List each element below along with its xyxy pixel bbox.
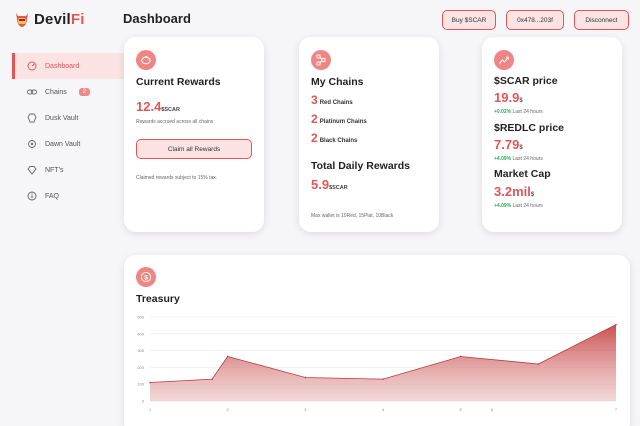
sidebar-nav: Dashboard Chains 2 Dusk Vault Dawn Vault xyxy=(12,53,139,209)
scar-price-change: +0.02% Last 24 hours xyxy=(494,109,543,115)
redlc-price-value: 7.79$ xyxy=(494,137,523,152)
logo[interactable]: DevilFi xyxy=(14,10,85,28)
buy-scar-button[interactable]: Buy $SCAR xyxy=(442,10,496,30)
data-point xyxy=(615,323,617,326)
scar-price-value: 19.9$ xyxy=(494,90,523,105)
x-tick-label: 4 xyxy=(382,407,385,412)
treasury-chart: 0 100 200 300 400 500 1 2 3 4 5 6 7 xyxy=(137,315,618,413)
y-tick-label: 0 xyxy=(142,399,145,404)
piggy-bank-icon xyxy=(136,50,156,70)
sidebar-item-label: Dashboard xyxy=(45,62,80,70)
sidebar-item-dawn-vault[interactable]: Dawn Vault xyxy=(12,131,139,157)
prices-card: $SCAR price 19.9$ +0.02% Last 24 hours $… xyxy=(482,37,622,232)
data-point xyxy=(304,376,307,379)
data-point xyxy=(382,378,384,380)
market-cap-title: Market Cap xyxy=(494,168,551,180)
brand-name: DevilFi xyxy=(34,10,85,28)
chain-row-red: 3 Red Chains xyxy=(311,93,353,107)
x-tick-label: 3 xyxy=(304,407,307,412)
market-cap-value: 3.2mil$ xyxy=(494,184,535,199)
rewards-title: Current Rewards xyxy=(136,76,221,88)
market-cap-change: +4.09% Last 24 hours xyxy=(494,203,543,209)
sidebar-item-dusk-vault[interactable]: Dusk Vault xyxy=(12,105,139,131)
daily-rewards-unit: $SCAR xyxy=(329,185,348,191)
x-tick-label: 2 xyxy=(227,407,230,412)
chain-row-black: 2 Black Chains xyxy=(311,131,358,145)
sidebar: DevilFi Dashboard Chains 2 Dusk Vault Da… xyxy=(0,0,139,426)
data-point xyxy=(226,355,229,358)
info-icon xyxy=(26,191,37,202)
treasury-area-series xyxy=(150,324,616,401)
daily-rewards-value: 5.9 xyxy=(311,177,330,192)
rewards-subtitle: Rewards accrued across all chains xyxy=(136,119,214,125)
disconnect-button[interactable]: Disconnect xyxy=(574,10,629,30)
sidebar-item-label: Dusk Vault xyxy=(45,114,79,122)
rewards-tax-note: Claimed rewards subject to 15% tax. xyxy=(136,175,218,181)
sidebar-item-label: NFT's xyxy=(45,166,64,174)
scar-price-title: $SCAR price xyxy=(494,75,558,87)
y-tick-label: 500 xyxy=(137,315,144,320)
redlc-price-change: +4.09% Last 24 hours xyxy=(494,156,543,162)
diamond-icon xyxy=(26,165,37,176)
vault-icon xyxy=(26,113,37,124)
y-tick-label: 100 xyxy=(137,382,144,387)
treasury-card: $ Treasury 0 100 200 300 400 500 1 2 3 4 5 6 7 xyxy=(124,255,630,426)
sidebar-item-faq[interactable]: FAQ xyxy=(12,183,139,209)
redlc-price-title: $REDLC price xyxy=(494,122,565,134)
sidebar-item-nfts[interactable]: NFT's xyxy=(12,157,139,183)
x-tick-label: 6 xyxy=(491,407,494,412)
chains-count-badge: 2 xyxy=(78,88,91,96)
y-tick-label: 300 xyxy=(137,348,144,353)
trend-up-icon xyxy=(494,50,514,70)
data-point xyxy=(537,363,540,365)
x-tick-label: 1 xyxy=(149,407,152,412)
max-wallet-note: Max wallet is 10Red, 15Plat, 10Black xyxy=(311,213,394,219)
y-tick-label: 200 xyxy=(137,365,144,370)
current-rewards-card: Current Rewards 12.4$SCAR Rewards accrue… xyxy=(124,37,264,232)
data-point xyxy=(149,381,151,384)
data-point xyxy=(211,378,213,380)
rewards-unit: $SCAR xyxy=(161,107,180,113)
claim-all-rewards-button[interactable]: Claim all Rewards xyxy=(136,139,252,159)
daily-rewards-amount: 5.9$SCAR xyxy=(311,176,348,194)
x-tick-label: 5 xyxy=(460,407,463,412)
chain-icon xyxy=(26,87,37,98)
sidebar-item-dashboard[interactable]: Dashboard xyxy=(12,53,139,79)
sidebar-item-chains[interactable]: Chains 2 xyxy=(12,79,139,105)
data-point xyxy=(459,355,462,358)
daily-rewards-title: Total Daily Rewards xyxy=(311,160,411,172)
sidebar-item-label: Dawn Vault xyxy=(45,140,81,148)
wallet-address-button[interactable]: 0x478...203f xyxy=(506,10,564,30)
chains-title: My Chains xyxy=(311,76,364,88)
rewards-amount: 12.4$SCAR xyxy=(136,98,180,116)
my-chains-card: My Chains 3 Red Chains 2 Platinum Chains 2… xyxy=(299,37,439,232)
dashboard-icon xyxy=(26,61,37,72)
y-tick-label: 400 xyxy=(137,331,144,336)
page-title: Dashboard xyxy=(123,11,191,26)
x-tick-label: 7 xyxy=(615,407,618,412)
devil-helmet-icon xyxy=(16,13,28,27)
chain-network-icon xyxy=(311,50,331,70)
vault-gear-icon xyxy=(26,139,37,150)
sidebar-item-label: Chains xyxy=(45,88,67,96)
rewards-value: 12.4 xyxy=(136,99,162,114)
chain-row-platinum: 2 Platinum Chains xyxy=(311,112,367,126)
sidebar-item-label: FAQ xyxy=(45,192,60,200)
